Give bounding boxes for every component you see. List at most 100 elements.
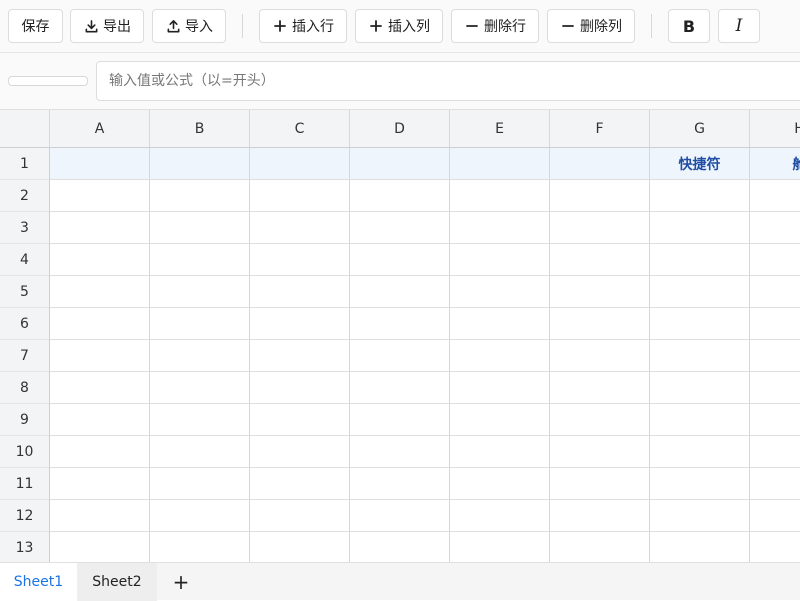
cell-g12[interactable] <box>650 500 750 532</box>
cell-b12[interactable] <box>150 500 250 532</box>
cell-h6[interactable] <box>750 308 800 340</box>
cell-b1[interactable] <box>150 148 250 180</box>
cell-h7[interactable] <box>750 340 800 372</box>
row-header-10[interactable]: 10 <box>0 436 50 468</box>
cell-h1[interactable]: 舱 <box>750 148 800 180</box>
cell-g8[interactable] <box>650 372 750 404</box>
cell-d9[interactable] <box>350 404 450 436</box>
italic-button[interactable]: I <box>718 9 760 43</box>
cell-e2[interactable] <box>450 180 550 212</box>
import-button[interactable]: 导入 <box>152 9 226 43</box>
cell-b7[interactable] <box>150 340 250 372</box>
cell-c13[interactable] <box>250 532 350 562</box>
cell-e4[interactable] <box>450 244 550 276</box>
cell-h5[interactable] <box>750 276 800 308</box>
add-sheet-button[interactable]: + <box>165 563 197 601</box>
formula-input[interactable] <box>96 61 800 101</box>
cell-d12[interactable] <box>350 500 450 532</box>
cell-d5[interactable] <box>350 276 450 308</box>
cell-a1[interactable] <box>50 148 150 180</box>
cell-c9[interactable] <box>250 404 350 436</box>
cell-c2[interactable] <box>250 180 350 212</box>
sheet-tab[interactable]: Sheet2 <box>77 563 157 601</box>
cell-f3[interactable] <box>550 212 650 244</box>
cell-g3[interactable] <box>650 212 750 244</box>
row-header-7[interactable]: 7 <box>0 340 50 372</box>
cell-g13[interactable] <box>650 532 750 562</box>
cell-d8[interactable] <box>350 372 450 404</box>
cell-c7[interactable] <box>250 340 350 372</box>
cell-a7[interactable] <box>50 340 150 372</box>
cell-b5[interactable] <box>150 276 250 308</box>
cell-d2[interactable] <box>350 180 450 212</box>
select-all-corner[interactable] <box>0 110 50 148</box>
cell-h10[interactable] <box>750 436 800 468</box>
cell-c11[interactable] <box>250 468 350 500</box>
cell-a12[interactable] <box>50 500 150 532</box>
cell-f8[interactable] <box>550 372 650 404</box>
cell-f2[interactable] <box>550 180 650 212</box>
row-header-4[interactable]: 4 <box>0 244 50 276</box>
cell-g6[interactable] <box>650 308 750 340</box>
cell-g7[interactable] <box>650 340 750 372</box>
cell-h8[interactable] <box>750 372 800 404</box>
cell-e10[interactable] <box>450 436 550 468</box>
cell-h13[interactable] <box>750 532 800 562</box>
delete-column-button[interactable]: 删除列 <box>547 9 635 43</box>
cell-f13[interactable] <box>550 532 650 562</box>
cell-e6[interactable] <box>450 308 550 340</box>
row-header-12[interactable]: 12 <box>0 500 50 532</box>
cell-e3[interactable] <box>450 212 550 244</box>
bold-button[interactable]: B <box>668 9 710 43</box>
cell-g11[interactable] <box>650 468 750 500</box>
column-header-f[interactable]: F <box>550 110 650 148</box>
cell-d1[interactable] <box>350 148 450 180</box>
cell-b13[interactable] <box>150 532 250 562</box>
cell-a8[interactable] <box>50 372 150 404</box>
cell-b9[interactable] <box>150 404 250 436</box>
cell-d4[interactable] <box>350 244 450 276</box>
cell-f11[interactable] <box>550 468 650 500</box>
cell-c10[interactable] <box>250 436 350 468</box>
cell-c4[interactable] <box>250 244 350 276</box>
cell-g1[interactable]: 快捷符 <box>650 148 750 180</box>
column-header-a[interactable]: A <box>50 110 150 148</box>
cell-d7[interactable] <box>350 340 450 372</box>
cell-a9[interactable] <box>50 404 150 436</box>
row-header-9[interactable]: 9 <box>0 404 50 436</box>
cell-b10[interactable] <box>150 436 250 468</box>
cell-a6[interactable] <box>50 308 150 340</box>
cell-c8[interactable] <box>250 372 350 404</box>
cell-e8[interactable] <box>450 372 550 404</box>
row-header-2[interactable]: 2 <box>0 180 50 212</box>
cell-c1[interactable] <box>250 148 350 180</box>
cell-h4[interactable] <box>750 244 800 276</box>
cell-e11[interactable] <box>450 468 550 500</box>
cell-f6[interactable] <box>550 308 650 340</box>
cell-a10[interactable] <box>50 436 150 468</box>
cell-a11[interactable] <box>50 468 150 500</box>
cell-d3[interactable] <box>350 212 450 244</box>
cell-b11[interactable] <box>150 468 250 500</box>
cell-h3[interactable] <box>750 212 800 244</box>
column-header-b[interactable]: B <box>150 110 250 148</box>
cell-a3[interactable] <box>50 212 150 244</box>
cell-b4[interactable] <box>150 244 250 276</box>
cell-h9[interactable] <box>750 404 800 436</box>
cell-b2[interactable] <box>150 180 250 212</box>
delete-row-button[interactable]: 删除行 <box>451 9 539 43</box>
cell-a2[interactable] <box>50 180 150 212</box>
cell-name-box[interactable] <box>8 76 88 86</box>
export-button[interactable]: 导出 <box>70 9 144 43</box>
cell-e1[interactable] <box>450 148 550 180</box>
cell-b6[interactable] <box>150 308 250 340</box>
cell-a4[interactable] <box>50 244 150 276</box>
cell-g9[interactable] <box>650 404 750 436</box>
cell-d11[interactable] <box>350 468 450 500</box>
cell-h12[interactable] <box>750 500 800 532</box>
insert-row-button[interactable]: 插入行 <box>259 9 347 43</box>
row-header-11[interactable]: 11 <box>0 468 50 500</box>
cell-d10[interactable] <box>350 436 450 468</box>
column-header-g[interactable]: G <box>650 110 750 148</box>
cell-f12[interactable] <box>550 500 650 532</box>
